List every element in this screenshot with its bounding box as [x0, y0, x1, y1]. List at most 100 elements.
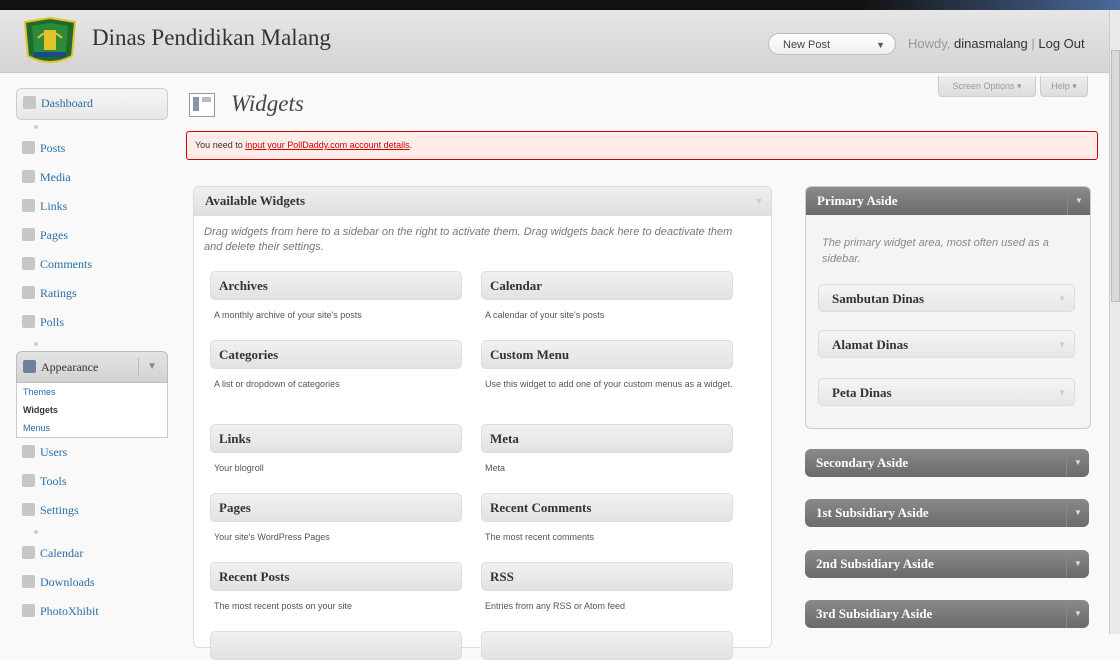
page-icon: [22, 228, 35, 241]
menu-users[interactable]: Users: [16, 438, 168, 467]
widget-meta[interactable]: Meta Meta: [481, 424, 733, 475]
logout-link[interactable]: Log Out: [1038, 36, 1084, 51]
pin-icon: [22, 141, 35, 154]
widget-title[interactable]: Calendar: [481, 271, 733, 300]
widget-title[interactable]: Custom Menu: [481, 340, 733, 369]
menu-separator: [16, 120, 168, 134]
widget-rss[interactable]: RSS Entries from any RSS or Atom feed: [481, 562, 733, 613]
menu-dashboard[interactable]: Dashboard: [16, 88, 168, 120]
greeting-separator: |: [1031, 36, 1035, 51]
widget-title[interactable]: Recent Comments: [481, 493, 733, 522]
menu-tools[interactable]: Tools: [16, 467, 168, 496]
toggle-arrow-icon[interactable]: ▼: [746, 187, 771, 215]
area-title: Primary Aside: [817, 193, 898, 208]
toggle-arrow-icon[interactable]: ▼: [1066, 499, 1089, 527]
username-link[interactable]: dinasmalang: [954, 36, 1028, 51]
widget-recent-posts[interactable]: Recent Posts The most recent posts on you…: [210, 562, 462, 613]
menu-label: Tools: [40, 474, 67, 488]
menu-links[interactable]: Links: [16, 192, 168, 221]
widget-pages[interactable]: Pages Your site's WordPress Pages: [210, 493, 462, 544]
widget-next-left[interactable]: [210, 631, 462, 660]
menu-label: Ratings: [40, 286, 77, 300]
widget-calendar[interactable]: Calendar A calendar of your site's posts: [481, 271, 733, 322]
menu-appearance[interactable]: Appearance ▼: [16, 351, 168, 383]
toggle-arrow-icon[interactable]: ▼: [1067, 187, 1090, 215]
3rd-subsidiary-aside-area[interactable]: 3rd Subsidiary Aside ▼: [805, 600, 1089, 628]
area-header[interactable]: Secondary Aside ▼: [805, 449, 1089, 477]
submenu-menus[interactable]: Menus: [17, 419, 167, 437]
toggle-arrow-icon[interactable]: ▼: [1066, 550, 1089, 578]
menu-photoxhibit[interactable]: PhotoXhibit: [16, 597, 168, 626]
chevron-down-icon: ▼: [876, 40, 885, 50]
secondary-aside-area[interactable]: Secondary Aside ▼: [805, 449, 1089, 477]
widget-title[interactable]: RSS: [481, 562, 733, 591]
menu-label: Appearance: [41, 360, 99, 374]
help-button[interactable]: Help ▾: [1040, 76, 1088, 97]
settings-icon: [22, 503, 35, 516]
menu-comments[interactable]: Comments: [16, 250, 168, 279]
area-header[interactable]: 1st Subsidiary Aside ▼: [805, 499, 1089, 527]
1st-subsidiary-aside-area[interactable]: 1st Subsidiary Aside ▼: [805, 499, 1089, 527]
window-scrollbar[interactable]: [1109, 10, 1120, 634]
widget-title[interactable]: Meta: [481, 424, 733, 453]
menu-polls[interactable]: Polls: [16, 308, 168, 337]
widget-categories[interactable]: Categories A list or dropdown of categori…: [210, 340, 462, 391]
menu-media[interactable]: Media: [16, 163, 168, 192]
area-header[interactable]: 3rd Subsidiary Aside ▼: [805, 600, 1089, 628]
poll-icon: [22, 315, 35, 328]
menu-label: PhotoXhibit: [40, 604, 99, 618]
photo-icon: [22, 604, 35, 617]
widget-desc: Your blogroll: [214, 463, 264, 473]
new-post-dropdown[interactable]: New Post ▼: [768, 33, 896, 55]
available-widgets-header[interactable]: Available Widgets ▼: [194, 187, 771, 216]
menu-downloads[interactable]: Downloads: [16, 568, 168, 597]
screen-options-button[interactable]: Screen Options ▾: [938, 76, 1036, 97]
users-icon: [22, 445, 35, 458]
widget-archives[interactable]: Archives A monthly archive of your site's…: [210, 271, 462, 322]
toggle-arrow-icon[interactable]: ▼: [1066, 600, 1089, 628]
submenu-themes[interactable]: Themes: [17, 383, 167, 401]
available-widgets-description: Drag widgets from here to a sidebar on t…: [204, 226, 733, 253]
toggle-arrow-icon[interactable]: ▼: [1066, 449, 1089, 477]
sidebar-widget-alamat-dinas[interactable]: Alamat Dinas ▼: [818, 330, 1075, 358]
menu-calendar[interactable]: Calendar: [16, 539, 168, 568]
widget-custom-menu[interactable]: Custom Menu Use this widget to add one of…: [481, 340, 733, 391]
notice-end: .: [409, 140, 413, 150]
primary-aside-header[interactable]: Primary Aside ▼: [806, 187, 1090, 215]
widget-desc: Use this widget to add one of your custo…: [485, 379, 733, 389]
2nd-subsidiary-aside-area[interactable]: 2nd Subsidiary Aside ▼: [805, 550, 1089, 578]
site-logo[interactable]: [20, 16, 80, 68]
menu-ratings[interactable]: Ratings: [16, 279, 168, 308]
widget-links[interactable]: Links Your blogroll: [210, 424, 462, 475]
submenu-widgets[interactable]: Widgets: [17, 401, 167, 419]
menu-settings[interactable]: Settings: [16, 496, 168, 525]
rating-icon: [22, 286, 35, 299]
menu-pages[interactable]: Pages: [16, 221, 168, 250]
menu-label: Posts: [40, 141, 66, 155]
area-header[interactable]: 2nd Subsidiary Aside ▼: [805, 550, 1089, 578]
polldaddy-account-link[interactable]: input your PollDaddy.com account details: [245, 140, 409, 150]
menu-posts[interactable]: Posts: [16, 134, 168, 163]
toggle-arrow-icon[interactable]: ▼: [1058, 379, 1066, 407]
widget-recent-comments[interactable]: Recent Comments The most recent comments: [481, 493, 733, 544]
menu-label: Downloads: [40, 575, 95, 589]
menu-label: Calendar: [40, 546, 84, 560]
scrollbar-thumb[interactable]: [1111, 50, 1120, 302]
menu-label: Users: [40, 445, 68, 459]
site-title[interactable]: Dinas Pendidikan Malang: [92, 25, 331, 51]
widget-title[interactable]: Links: [210, 424, 462, 453]
toggle-arrow-icon[interactable]: ▼: [1058, 285, 1066, 313]
sidebar-widget-peta-dinas[interactable]: Peta Dinas ▼: [818, 378, 1075, 406]
widget-title[interactable]: Pages: [210, 493, 462, 522]
sidebar-widget-sambutan-dinas[interactable]: Sambutan Dinas ▼: [818, 284, 1075, 312]
widget-title[interactable]: [481, 631, 733, 660]
widget-next-right[interactable]: [481, 631, 733, 660]
widget-title[interactable]: Recent Posts: [210, 562, 462, 591]
toggle-arrow-icon[interactable]: ▼: [1058, 331, 1066, 359]
chevron-down-icon[interactable]: ▼: [147, 352, 157, 382]
widget-title[interactable]: Categories: [210, 340, 462, 369]
notice-text: You need to: [195, 140, 246, 150]
widget-title[interactable]: [210, 631, 462, 660]
menu-label: Media: [40, 170, 71, 184]
widget-title[interactable]: Archives: [210, 271, 462, 300]
